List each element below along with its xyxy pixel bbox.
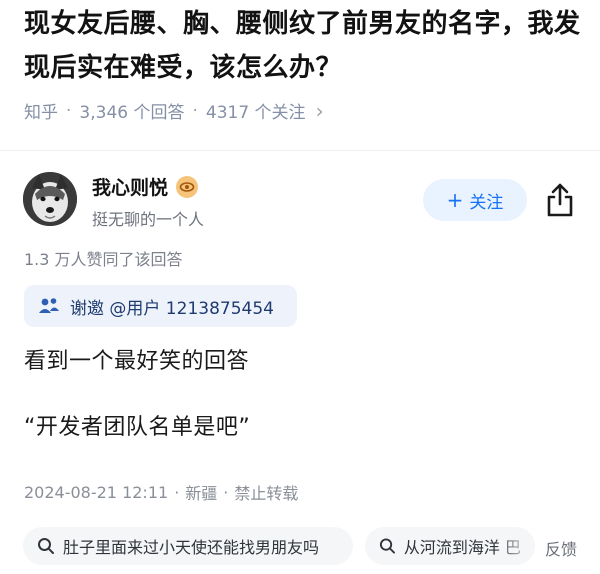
search-icon — [379, 538, 395, 554]
follow-button[interactable]: + 关注 — [423, 179, 527, 221]
question-title[interactable]: 现女友后腰、胸、腰侧纹了前男友的名字，我发现后实在难受，该怎么办？ — [24, 2, 584, 90]
repost-policy: 禁止转载 — [234, 484, 299, 503]
eye-badge-icon[interactable] — [176, 175, 199, 198]
section-divider — [0, 150, 600, 151]
answers-count: 3,346 个回答 — [79, 103, 185, 123]
meta-separator: · — [192, 100, 198, 121]
search-icon — [38, 538, 54, 554]
plus-icon: + — [446, 188, 464, 212]
feedback-link[interactable]: 反馈 — [545, 536, 577, 560]
answer-location: 新疆 — [185, 484, 218, 503]
related-search-label: 肚子里面来过小天使还能找男朋友吗 — [63, 538, 320, 557]
author-name-text: 我心则悦 — [92, 177, 169, 199]
question-meta[interactable]: 知乎 · 3,346 个回答 · 4317 个关注 › — [24, 98, 324, 124]
eye-glyph-icon — [179, 181, 195, 192]
followers-count: 4317 个关注 — [205, 103, 306, 123]
answer-meta: 2024-08-21 12:11 · 新疆 · 禁止转载 — [24, 480, 298, 504]
answer-paragraph: 看到一个最好笑的回答 — [24, 349, 250, 374]
husky-avatar-icon — [23, 172, 77, 226]
invite-label: 谢邀 @用户 1213875454 — [70, 298, 274, 319]
follow-label: 关注 — [469, 192, 504, 213]
source-label: 知乎 — [24, 103, 58, 123]
users-icon — [39, 298, 59, 313]
author-bio: 挺无聊的一个人 — [92, 210, 205, 229]
related-search-chip[interactable]: 肚子里面来过小天使还能找男朋友吗 — [23, 527, 353, 565]
answer-date: 2024-08-21 12:11 — [24, 482, 169, 502]
chip-fade — [495, 527, 535, 565]
chevron-right-icon: › — [315, 98, 324, 123]
avatar[interactable] — [23, 172, 77, 226]
author-name[interactable]: 我心则悦 — [92, 173, 199, 200]
answer-page: 现女友后腰、胸、腰侧纹了前男友的名字，我发现后实在难受，该怎么办？ 知乎 · 3… — [0, 0, 600, 574]
upvote-summary[interactable]: 1.3 万人赞同了该回答 — [24, 246, 183, 270]
answer-paragraph: “开发者团队名单是吧” — [24, 415, 251, 440]
meta-separator: · — [223, 482, 229, 502]
meta-separator: · — [174, 482, 180, 502]
share-icon[interactable] — [544, 182, 576, 218]
meta-separator: · — [66, 100, 72, 121]
invite-pill[interactable]: 谢邀 @用户 1213875454 — [24, 285, 297, 327]
related-search-chip[interactable]: 从河流到海洋 巴 — [365, 527, 535, 565]
